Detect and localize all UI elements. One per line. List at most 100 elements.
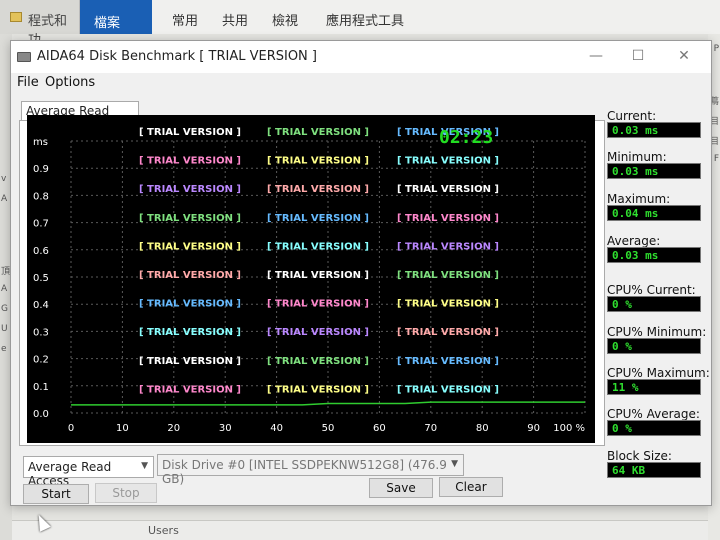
trial-version-watermark: [ TRIAL VERSION ] — [139, 356, 241, 367]
close-icon: ✕ — [678, 48, 690, 64]
background-left-text: v — [1, 174, 7, 184]
cpu-average-value: 0 % — [607, 420, 701, 436]
trial-version-watermark: [ TRIAL VERSION ] — [139, 270, 241, 281]
window-titlebar[interactable]: AIDA64 Disk Benchmark [ TRIAL VERSION ] … — [11, 41, 711, 73]
background-ribbon: 檔案 常用 共用 檢視 應用程式工具 — [80, 0, 720, 34]
menu-bar: File Options — [11, 73, 711, 93]
benchmark-graph: [ TRIAL VERSION ] [ TRIAL VERSION ] [ TRIA… — [27, 115, 595, 443]
trial-version-watermark: [ TRIAL VERSION ] — [397, 241, 499, 252]
y-tick-label: 0.6 — [33, 246, 49, 257]
ribbon-tab-app-tools[interactable]: 應用程式工具 — [326, 10, 404, 29]
current-label: Current: — [607, 109, 657, 123]
menu-options[interactable]: Options — [45, 75, 95, 90]
test-type-select[interactable]: Average Read Access ▼ — [23, 456, 154, 488]
trial-version-watermark: [ TRIAL VERSION ] — [397, 356, 499, 367]
background-left-text: 頂 — [1, 267, 11, 277]
maximum-label: Maximum: — [607, 192, 671, 206]
trial-version-watermark: [ TRIAL VERSION ] — [397, 184, 499, 195]
benchmark-chart: [ TRIAL VERSION ] [ TRIAL VERSION ] [ TRIA… — [33, 127, 586, 434]
clear-button[interactable]: Clear — [439, 477, 503, 497]
minimize-icon: — — [589, 48, 603, 64]
cpu-minimum-label: CPU% Minimum: — [607, 325, 707, 339]
average-label: Average: — [607, 234, 661, 248]
cpu-average-label: CPU% Average: — [607, 407, 700, 421]
x-tick-label: 40 — [270, 423, 283, 434]
current-value: 0.03 ms — [607, 122, 701, 138]
ribbon-tab-view[interactable]: 檢視 — [272, 10, 298, 29]
cpu-maximum-label: CPU% Maximum: — [607, 366, 710, 380]
minimize-button[interactable]: — — [573, 41, 619, 71]
x-tick-label: 20 — [167, 423, 180, 434]
cpu-current-label: CPU% Current: — [607, 283, 696, 297]
trial-version-watermark: [ TRIAL VERSION ] — [267, 127, 369, 138]
trial-version-watermark: [ TRIAL VERSION ] — [139, 213, 241, 224]
background-right-text: P — [713, 44, 719, 54]
x-tick-label: 60 — [373, 423, 386, 434]
close-button[interactable]: ✕ — [661, 41, 707, 71]
trial-version-watermark: [ TRIAL VERSION ] — [267, 213, 369, 224]
trial-version-watermark: [ TRIAL VERSION ] — [139, 241, 241, 252]
window-title: AIDA64 Disk Benchmark [ TRIAL VERSION ] — [37, 49, 317, 64]
disk-icon — [17, 52, 31, 62]
aida64-benchmark-window: AIDA64 Disk Benchmark [ TRIAL VERSION ] … — [10, 40, 712, 506]
x-tick-label: 70 — [424, 423, 437, 434]
x-tick-label: 50 — [322, 423, 335, 434]
background-left-text: A — [1, 194, 8, 204]
trial-version-watermark: [ TRIAL VERSION ] — [267, 327, 369, 338]
trial-version-watermark: [ TRIAL VERSION ] — [397, 299, 499, 310]
y-tick-label: 0.9 — [33, 164, 49, 175]
stop-button[interactable]: Stop — [95, 483, 157, 503]
folder-icon — [10, 12, 22, 22]
trial-version-watermark: [ TRIAL VERSION ] — [267, 184, 369, 195]
y-tick-label: 0.8 — [33, 191, 49, 202]
x-tick-label: 30 — [219, 423, 232, 434]
maximize-button[interactable]: ☐ — [615, 41, 661, 71]
background-left-text: A — [1, 284, 8, 294]
trial-version-watermark: [ TRIAL VERSION ] — [139, 127, 241, 138]
trial-version-watermark: [ TRIAL VERSION ] — [139, 156, 241, 167]
average-value: 0.03 ms — [607, 247, 701, 263]
y-tick-label: 0.7 — [33, 219, 49, 230]
trial-version-watermark: [ TRIAL VERSION ] — [397, 384, 499, 395]
x-tick-label: 90 — [527, 423, 540, 434]
menu-file[interactable]: File — [17, 75, 39, 90]
x-tick-label: 0 — [68, 423, 74, 434]
background-file-row: Users — [12, 520, 708, 540]
minimum-label: Minimum: — [607, 150, 667, 164]
ribbon-tab-share[interactable]: 共用 — [222, 10, 248, 29]
cpu-minimum-value: 0 % — [607, 338, 701, 354]
ribbon-tab-home[interactable]: 常用 — [172, 10, 198, 29]
y-tick-label: 0.1 — [33, 382, 49, 393]
trial-version-watermark: [ TRIAL VERSION ] — [267, 384, 369, 395]
y-tick-label: 0.4 — [33, 300, 49, 311]
ribbon-tab-file[interactable]: 檔案 — [80, 0, 152, 34]
trial-version-watermark: [ TRIAL VERSION ] — [267, 270, 369, 281]
minimum-value: 0.03 ms — [607, 163, 701, 179]
background-right-text: F — [713, 154, 719, 164]
start-button[interactable]: Start — [23, 484, 89, 504]
save-button[interactable]: Save — [369, 478, 433, 498]
block-size-value: 64 KB — [607, 462, 701, 478]
background-window-title: 程式和功 — [0, 0, 80, 48]
maximum-value: 0.04 ms — [607, 205, 701, 221]
chevron-down-icon: ▼ — [451, 459, 458, 469]
background-left-text: e — [1, 344, 7, 354]
y-tick-label: 0.0 — [33, 409, 49, 420]
y-tick-label: 0.5 — [33, 273, 49, 284]
x-tick-label: 10 — [116, 423, 129, 434]
background-users-folder[interactable]: Users — [148, 524, 179, 537]
block-size-label: Block Size: — [607, 449, 672, 463]
y-tick-label: 0.2 — [33, 355, 49, 366]
drive-select[interactable]: Disk Drive #0 [INTEL SSDPEKNW512G8] (476… — [157, 454, 464, 486]
cpu-maximum-value: 11 % — [607, 379, 701, 395]
x-tick-label: 100 % — [553, 423, 585, 434]
cpu-current-value: 0 % — [607, 296, 701, 312]
trial-version-watermark: [ TRIAL VERSION ] — [397, 156, 499, 167]
trial-version-watermark: [ TRIAL VERSION ] — [397, 213, 499, 224]
chevron-down-icon: ▼ — [141, 461, 148, 471]
background-left-text: G — [1, 304, 8, 314]
trial-version-watermark: [ TRIAL VERSION ] — [139, 384, 241, 395]
trial-version-watermark: [ TRIAL VERSION ] — [267, 241, 369, 252]
trial-version-watermark: [ TRIAL VERSION ] — [139, 184, 241, 195]
trial-version-watermark: [ TRIAL VERSION ] — [139, 327, 241, 338]
